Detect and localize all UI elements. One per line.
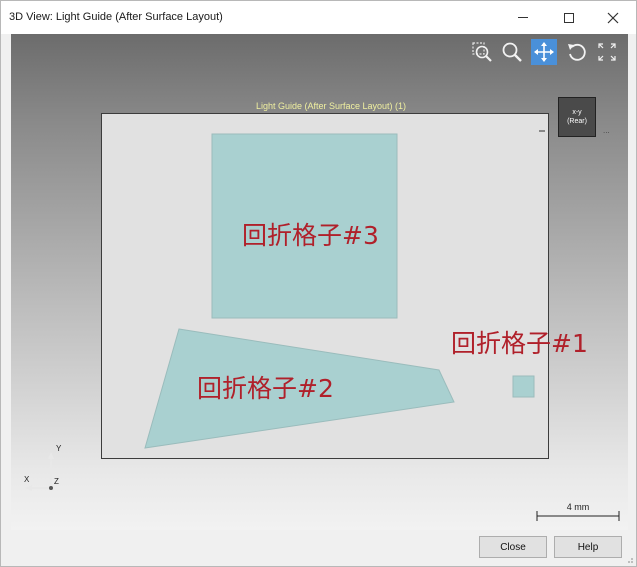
grating-1-shape[interactable] bbox=[512, 375, 535, 398]
3d-viewport[interactable]: Light Guide (After Surface Layout) (1) x… bbox=[11, 34, 628, 530]
pan-button[interactable] bbox=[531, 39, 557, 65]
window-close-button[interactable] bbox=[591, 1, 635, 34]
maximize-button[interactable] bbox=[547, 1, 591, 34]
orientation-view-label: (Rear) bbox=[567, 118, 587, 125]
zoom-window-button[interactable] bbox=[469, 39, 495, 65]
zoom-icon bbox=[502, 42, 522, 62]
close-button[interactable]: Close bbox=[479, 536, 547, 558]
grating-1-label: 回折格子#1 bbox=[451, 329, 588, 358]
orientation-axis-label: x-y bbox=[572, 109, 582, 116]
drawing-canvas[interactable]: 回折格子#3 回折格子#2 bbox=[101, 113, 549, 459]
dialog-footer: Close Help bbox=[1, 530, 636, 566]
maximize-icon bbox=[564, 12, 574, 23]
axis-triad: Y X Z bbox=[24, 444, 62, 491]
zoom-window-icon bbox=[472, 42, 492, 62]
view-title: Light Guide (After Surface Layout) (1) bbox=[255, 101, 407, 111]
axis-x-label: X bbox=[24, 475, 30, 484]
scale-label: 4 mm bbox=[567, 502, 590, 512]
grating-2-label: 回折格子#2 bbox=[197, 374, 334, 403]
resize-grip-icon[interactable] bbox=[624, 554, 634, 564]
window-title: 3D View: Light Guide (After Surface Layo… bbox=[9, 11, 223, 23]
grating-shapes bbox=[144, 130, 545, 449]
orientation-cube[interactable]: x-y (Rear) bbox=[558, 97, 596, 137]
scale-bar: 4 mm bbox=[536, 502, 620, 521]
rotate-icon bbox=[568, 43, 586, 61]
minimize-button[interactable] bbox=[501, 1, 545, 34]
axis-z-label: Z bbox=[54, 477, 59, 486]
minimize-icon bbox=[518, 17, 528, 18]
fit-icon bbox=[598, 43, 616, 61]
rotate-button[interactable] bbox=[564, 39, 590, 65]
dialog-window: 3D View: Light Guide (After Surface Layo… bbox=[0, 0, 637, 567]
orientation-menu-button[interactable]: ... bbox=[603, 126, 610, 135]
title-bar[interactable]: 3D View: Light Guide (After Surface Layo… bbox=[1, 1, 636, 34]
zoom-button[interactable] bbox=[499, 39, 525, 65]
help-button[interactable]: Help bbox=[554, 536, 622, 558]
close-icon bbox=[607, 12, 619, 23]
pan-icon bbox=[534, 42, 554, 62]
fit-button[interactable] bbox=[594, 39, 620, 65]
grating-3-label: 回折格子#3 bbox=[242, 221, 379, 250]
axis-y-label: Y bbox=[56, 444, 62, 453]
